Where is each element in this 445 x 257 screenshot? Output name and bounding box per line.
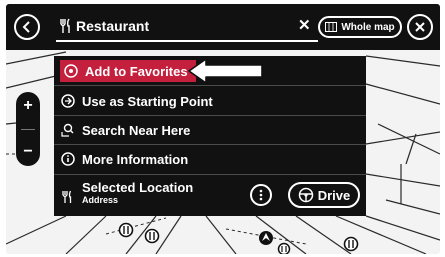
restaurant-poi-icon[interactable] (118, 222, 134, 238)
menu-item-label: More Information (82, 151, 189, 167)
fork-knife-icon (62, 190, 72, 203)
selected-location-title: Selected Location (82, 180, 194, 195)
restaurant-poi-icon[interactable] (277, 242, 291, 254)
menu-item-add-to-favorites[interactable]: Add to Favorites (60, 60, 196, 82)
menu-item-label: Search Near Here (82, 122, 191, 138)
current-position-icon (259, 231, 273, 245)
menu-item-use-as-starting-point[interactable]: Use as Starting Point (54, 87, 366, 115)
menu-item-label: Use as Starting Point (82, 93, 213, 109)
map-icon (325, 22, 338, 32)
search-near-icon (60, 122, 76, 138)
zoom-control: + − (16, 92, 40, 166)
close-icon (415, 22, 425, 32)
clear-search-button[interactable]: ✕ (298, 18, 311, 34)
drive-label: Drive (317, 187, 351, 203)
vertical-ellipsis-icon (259, 189, 263, 201)
back-button[interactable] (14, 14, 40, 40)
menu-item-more-information[interactable]: More Information (54, 145, 366, 173)
zoom-divider (21, 128, 35, 130)
fork-knife-icon (60, 18, 70, 33)
navigation-screen: Restaurant ✕ Whole map + − Add to Favori… (6, 4, 440, 254)
callout-arrow-icon (188, 58, 263, 84)
starting-point-icon (60, 93, 76, 109)
whole-map-label: Whole map (341, 21, 395, 33)
steering-wheel-icon (298, 187, 313, 203)
zoom-out-button[interactable]: − (23, 144, 32, 160)
selected-location-address: Address (82, 195, 119, 205)
whole-map-button[interactable]: Whole map (318, 16, 402, 38)
selected-location-row: Selected Location Address Drive (54, 176, 366, 216)
search-bar: Restaurant ✕ Whole map (6, 4, 440, 50)
menu-item-search-near-here[interactable]: Search Near Here (54, 116, 366, 144)
menu-item-label: Add to Favorites (85, 63, 188, 79)
restaurant-poi-icon[interactable] (144, 228, 160, 244)
search-query: Restaurant (76, 18, 150, 34)
close-button[interactable] (407, 14, 433, 40)
favorite-pin-icon (63, 63, 79, 79)
selected-location-info: Selected Location Address (82, 180, 193, 206)
search-input[interactable]: Restaurant (56, 12, 318, 42)
restaurant-poi-icon[interactable] (343, 236, 359, 252)
more-options-button[interactable] (250, 184, 272, 206)
zoom-in-button[interactable]: + (23, 98, 32, 114)
drive-button[interactable]: Drive (288, 182, 360, 208)
menu-divider (54, 174, 366, 175)
info-icon (60, 151, 76, 167)
chevron-left-icon (22, 21, 30, 33)
